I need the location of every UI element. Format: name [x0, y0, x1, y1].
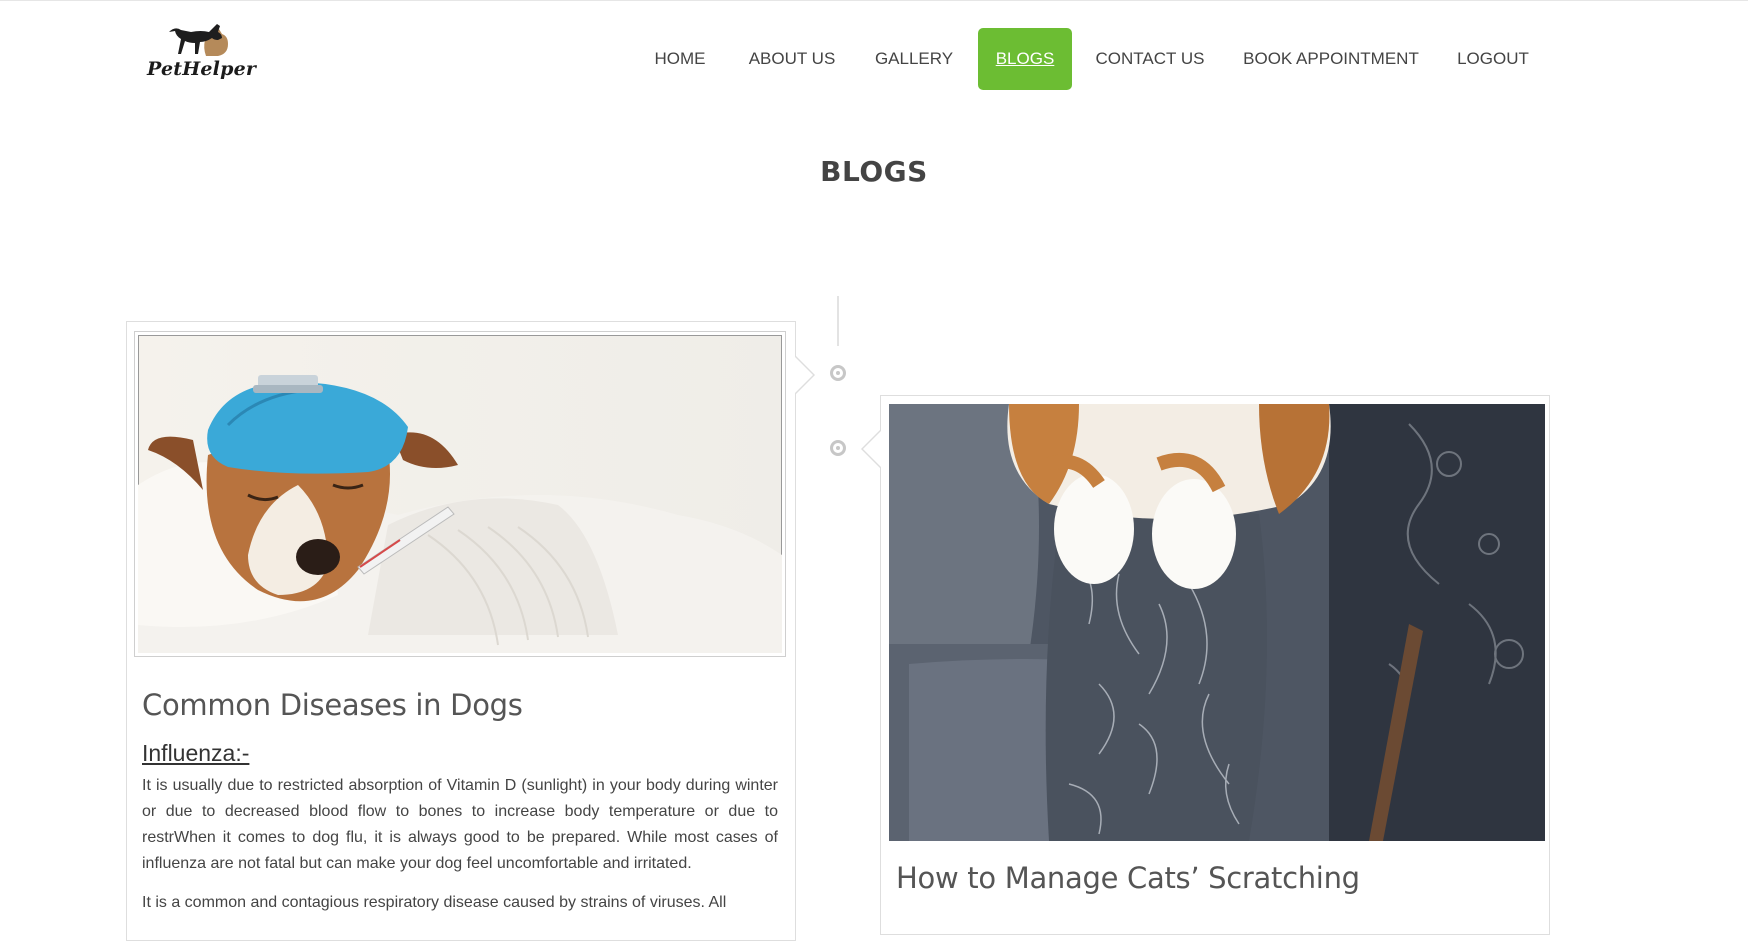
timeline-dot — [830, 440, 846, 456]
blog-image-cat-scratching[interactable] — [889, 404, 1545, 841]
timeline-dot — [830, 365, 846, 381]
logo-text: PetHelper — [147, 58, 257, 80]
nav-blogs[interactable]: BLOGS — [978, 28, 1072, 90]
nav-about-us[interactable]: ABOUT US — [742, 28, 842, 90]
blog-card-cats: How to Manage Cats’ Scratching — [861, 395, 1550, 935]
post-paragraph: It is a common and contagious respirator… — [142, 894, 727, 911]
nav-gallery[interactable]: GALLERY — [870, 28, 958, 90]
card-pointer — [794, 355, 815, 395]
card-pointer — [861, 429, 882, 469]
timeline-line — [837, 296, 839, 346]
nav-contact-us[interactable]: CONTACT US — [1092, 28, 1208, 90]
blog-image-sick-dog[interactable] — [134, 331, 786, 657]
dog-cat-logo-icon — [169, 24, 228, 56]
blog-card-dogs: Common Diseases in Dogs Influenza:- It i… — [126, 321, 815, 941]
nav-book-appointment[interactable]: BOOK APPOINTMENT — [1240, 28, 1422, 90]
post-title[interactable]: How to Manage Cats’ Scratching — [896, 861, 1360, 895]
nav-logout[interactable]: LOGOUT — [1454, 28, 1532, 90]
post-title[interactable]: Common Diseases in Dogs — [142, 688, 523, 722]
section-heading: Influenza:- — [142, 740, 250, 766]
logo[interactable]: PetHelper — [145, 18, 265, 84]
post-paragraph: It is usually due to restricted absorpti… — [142, 777, 778, 872]
top-border — [0, 0, 1748, 1]
nav-home[interactable]: HOME — [645, 28, 715, 90]
page-title: BLOGS — [820, 155, 928, 188]
